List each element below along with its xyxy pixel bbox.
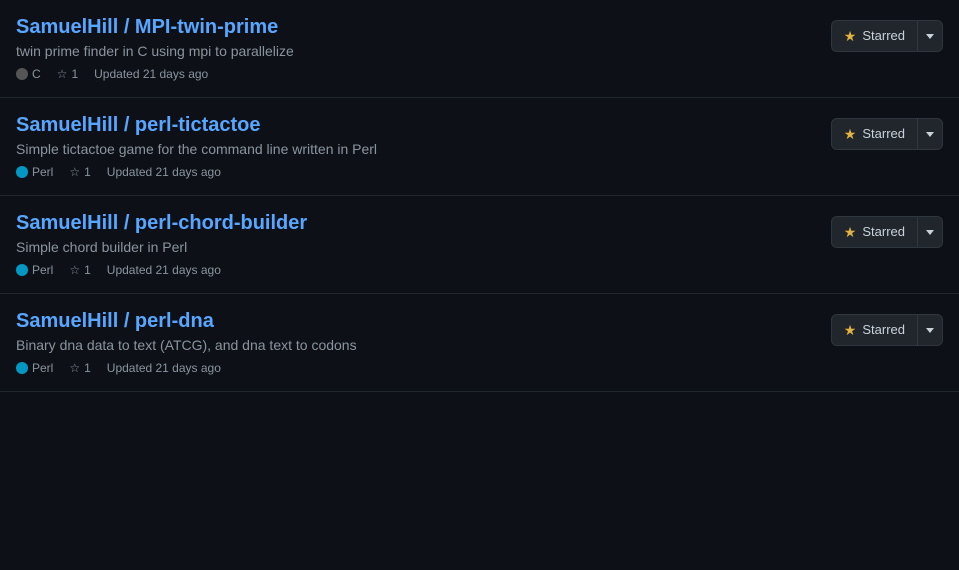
star-number: 1 xyxy=(71,67,78,81)
repo-meta: Perl☆1Updated 21 days ago xyxy=(16,361,815,375)
language-label: Perl xyxy=(32,263,53,277)
language-dot-icon xyxy=(16,68,28,80)
star-dropdown-button[interactable] xyxy=(917,216,943,248)
repo-name-link[interactable]: SamuelHill / MPI-twin-prime xyxy=(16,16,278,39)
repo-name-link[interactable]: SamuelHill / perl-dna xyxy=(16,310,214,333)
repo-info: SamuelHill / perl-chord-builder Simple ch… xyxy=(16,212,815,277)
star-empty-icon: ☆ xyxy=(57,67,68,81)
language-label: C xyxy=(32,67,41,81)
starred-label: Starred xyxy=(862,320,905,340)
starred-label: Starred xyxy=(862,124,905,144)
starred-button[interactable]: ★Starred xyxy=(831,20,917,52)
language-dot-icon xyxy=(16,166,28,178)
star-dropdown-button[interactable] xyxy=(917,314,943,346)
repo-item: SamuelHill / perl-dna Binary dna data to … xyxy=(0,294,959,392)
star-button-group: ★Starred xyxy=(831,216,943,248)
chevron-down-icon xyxy=(926,34,934,39)
repo-description: Simple chord builder in Perl xyxy=(16,239,815,255)
repository-list: SamuelHill / MPI-twin-prime twin prime fi… xyxy=(0,0,959,392)
star-count[interactable]: ☆1 xyxy=(69,263,90,277)
repo-info: SamuelHill / MPI-twin-prime twin prime fi… xyxy=(16,16,815,81)
chevron-down-icon xyxy=(926,230,934,235)
updated-text: Updated 21 days ago xyxy=(94,67,208,81)
repo-item: SamuelHill / perl-tictactoe Simple tictac… xyxy=(0,98,959,196)
star-empty-icon: ☆ xyxy=(69,263,80,277)
star-count[interactable]: ☆1 xyxy=(69,361,90,375)
star-filled-icon: ★ xyxy=(844,222,857,242)
language-label: Perl xyxy=(32,165,53,179)
star-filled-icon: ★ xyxy=(844,124,857,144)
repo-info: SamuelHill / perl-tictactoe Simple tictac… xyxy=(16,114,815,179)
repo-name-link[interactable]: SamuelHill / perl-tictactoe xyxy=(16,114,261,137)
repo-description: Simple tictactoe game for the command li… xyxy=(16,141,815,157)
repo-item: SamuelHill / perl-chord-builder Simple ch… xyxy=(0,196,959,294)
updated-text: Updated 21 days ago xyxy=(107,361,221,375)
starred-button[interactable]: ★Starred xyxy=(831,314,917,346)
repo-meta: C ☆1 Updated 21 days ago xyxy=(16,67,815,81)
star-count[interactable]: ☆1 xyxy=(69,165,90,179)
star-empty-icon: ☆ xyxy=(69,361,80,375)
repo-name-link[interactable]: SamuelHill / perl-chord-builder xyxy=(16,212,307,235)
repo-info: SamuelHill / perl-dna Binary dna data to … xyxy=(16,310,815,375)
updated-text: Updated 21 days ago xyxy=(107,263,221,277)
repo-language: C xyxy=(16,67,41,81)
repo-language: Perl xyxy=(16,361,53,375)
star-empty-icon: ☆ xyxy=(69,165,80,179)
repo-description: twin prime finder in C using mpi to para… xyxy=(16,43,815,59)
repo-language: Perl xyxy=(16,165,53,179)
star-button-group: ★Starred xyxy=(831,118,943,150)
star-count[interactable]: ☆1 xyxy=(57,67,78,81)
star-dropdown-button[interactable] xyxy=(917,20,943,52)
star-dropdown-button[interactable] xyxy=(917,118,943,150)
language-dot-icon xyxy=(16,362,28,374)
language-dot-icon xyxy=(16,264,28,276)
repo-item: SamuelHill / MPI-twin-prime twin prime fi… xyxy=(0,0,959,98)
star-filled-icon: ★ xyxy=(844,26,857,46)
repo-meta: Perl☆1Updated 21 days ago xyxy=(16,165,815,179)
repo-description: Binary dna data to text (ATCG), and dna … xyxy=(16,337,815,353)
star-number: 1 xyxy=(84,263,91,277)
language-label: Perl xyxy=(32,361,53,375)
chevron-down-icon xyxy=(926,328,934,333)
starred-label: Starred xyxy=(862,222,905,242)
starred-label: Starred xyxy=(862,26,905,46)
star-number: 1 xyxy=(84,361,91,375)
repo-meta: Perl☆1Updated 21 days ago xyxy=(16,263,815,277)
chevron-down-icon xyxy=(926,132,934,137)
star-number: 1 xyxy=(84,165,91,179)
starred-button[interactable]: ★Starred xyxy=(831,216,917,248)
star-filled-icon: ★ xyxy=(844,320,857,340)
repo-language: Perl xyxy=(16,263,53,277)
starred-button[interactable]: ★Starred xyxy=(831,118,917,150)
star-button-group: ★Starred xyxy=(831,314,943,346)
star-button-group: ★Starred xyxy=(831,20,943,52)
updated-text: Updated 21 days ago xyxy=(107,165,221,179)
